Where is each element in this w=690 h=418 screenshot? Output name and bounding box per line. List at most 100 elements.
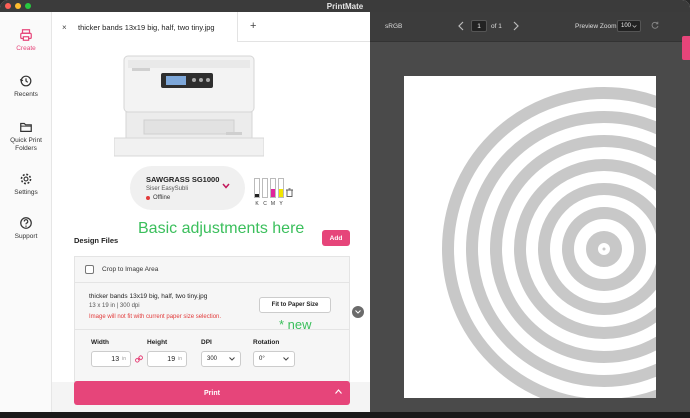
chevron-down-icon: [229, 357, 235, 361]
ink-level-fill: [279, 188, 283, 197]
window-title: PrintMate: [326, 1, 364, 11]
sidebar-item-label: Settings: [14, 189, 38, 196]
sidebar-item-support[interactable]: Support: [0, 216, 52, 241]
of-label: of: [491, 23, 497, 30]
sidebar-item-create[interactable]: Create: [0, 28, 52, 53]
window-controls: [5, 3, 31, 9]
sidebar-item-label: Quick Print Folders: [10, 137, 42, 152]
ink-label: Y: [279, 201, 283, 207]
ink-label: C: [263, 201, 267, 207]
ink-cartridge-c: [262, 178, 268, 198]
previous-page-icon[interactable]: [458, 21, 464, 31]
target-center: [602, 247, 606, 251]
design-file-card: Crop to Image Area thicker bands 13x19 b…: [74, 256, 350, 382]
add-tab-button[interactable]: +: [250, 20, 256, 32]
chevron-down-icon: [283, 357, 289, 361]
preview-panel: sRGB 1 of 1 Preview Zoom: 100: [370, 12, 690, 412]
print-button[interactable]: Print: [74, 381, 350, 405]
main-panel: × thicker bands 13x19 big, half, two tin…: [52, 12, 370, 412]
annotation-basic-adjustments: Basic adjustments here: [138, 220, 305, 237]
ink-label: K: [255, 201, 259, 207]
width-unit: in: [122, 356, 126, 362]
close-tab-icon[interactable]: ×: [62, 23, 72, 32]
ink-level-fill: [255, 194, 259, 197]
app-window: PrintMate Create Recents Quick Print Fol…: [0, 0, 690, 412]
printer-name: SAWGRASS SG1000: [146, 175, 220, 184]
printer-status: Offline: [146, 195, 170, 201]
zoom-value: 100: [621, 23, 632, 29]
ink-cartridge-k: [254, 178, 260, 198]
chevron-down-icon: [222, 182, 230, 191]
crop-label: Crop to Image Area: [102, 266, 159, 273]
rotation-value: 0°: [259, 356, 265, 362]
ink-cartridge-m: [270, 178, 276, 198]
add-design-button[interactable]: Add: [322, 230, 350, 246]
zoom-label: Preview Zoom:: [575, 23, 619, 30]
create-panel: SAWGRASS SG1000 Siser EasySubli Offline …: [52, 42, 370, 382]
sidebar: Create Recents Quick Print Folders Setti…: [0, 12, 52, 412]
target-rings-image: [442, 87, 656, 398]
sidebar-item-label: Support: [14, 233, 38, 240]
history-icon: [19, 75, 32, 87]
folder-icon: [20, 122, 32, 132]
desktop-dock: [0, 412, 690, 418]
printer-selector[interactable]: SAWGRASS SG1000 Siser EasySubli Offline: [130, 166, 245, 210]
refresh-icon[interactable]: [651, 21, 659, 29]
dpi-label: DPI: [201, 339, 212, 346]
gear-icon: [20, 173, 32, 185]
sidebar-item-quick-print-folders[interactable]: Quick Print Folders: [0, 120, 52, 153]
ink-label: M: [270, 201, 276, 207]
paper-preview: [404, 76, 656, 398]
printer-subtitle: Siser EasySubli: [146, 186, 189, 192]
trash-icon[interactable]: [286, 188, 293, 197]
title-bar: PrintMate: [0, 0, 690, 12]
page-total: of 1: [491, 23, 502, 30]
help-icon: [20, 217, 32, 229]
print-label: Print: [204, 389, 220, 397]
file-name: thicker bands 13x19 big, half, two tiny.…: [89, 293, 208, 300]
minimize-window-button[interactable]: [15, 3, 21, 9]
color-space-label: sRGB: [385, 23, 403, 30]
chevron-down-icon: [632, 24, 637, 28]
link-icon[interactable]: [135, 355, 143, 363]
tab-bar: × thicker bands 13x19 big, half, two tin…: [52, 12, 370, 42]
tab-label: thicker bands 13x19 big, half, two tiny.…: [78, 22, 215, 32]
height-unit: in: [178, 356, 182, 362]
crop-row: Crop to Image Area: [75, 257, 349, 283]
ink-cartridge-y: [278, 178, 284, 198]
sidebar-item-settings[interactable]: Settings: [0, 172, 52, 197]
dpi-select[interactable]: 300: [201, 351, 241, 367]
zoom-window-button[interactable]: [25, 3, 31, 9]
printer-status-text: Offline: [153, 195, 171, 201]
preview-toolbar: sRGB 1 of 1 Preview Zoom: 100: [370, 12, 690, 42]
height-label: Height: [147, 339, 168, 346]
sidebar-item-label: Create: [16, 45, 36, 52]
chevron-down-icon: [355, 310, 361, 314]
total-pages: 1: [498, 23, 502, 30]
design-files-title: Design Files: [74, 236, 119, 245]
rotation-label: Rotation: [253, 339, 280, 346]
external-edge-tab: [682, 36, 690, 60]
height-input[interactable]: 19 in: [147, 351, 187, 367]
sidebar-item-label: Recents: [14, 91, 38, 98]
chevron-up-icon[interactable]: [335, 389, 342, 394]
height-value: 19: [167, 355, 176, 363]
page-number-input[interactable]: 1: [471, 20, 487, 32]
close-window-button[interactable]: [5, 3, 11, 9]
width-input[interactable]: 13 in: [91, 351, 131, 367]
file-dimensions: 13 x 19 in | 300 dpi: [89, 303, 140, 309]
printer-image: [114, 55, 264, 157]
tab-document[interactable]: × thicker bands 13x19 big, half, two tin…: [52, 12, 238, 42]
divider: [75, 329, 349, 330]
fit-warning: Image will not fit with current paper si…: [89, 314, 222, 320]
sidebar-item-recents[interactable]: Recents: [0, 74, 52, 99]
printer-icon: [20, 29, 32, 41]
rotation-select[interactable]: 0°: [253, 351, 295, 367]
offline-status-icon: [146, 196, 150, 200]
crop-checkbox[interactable]: [85, 265, 94, 274]
next-page-icon[interactable]: [513, 21, 519, 31]
zoom-select[interactable]: 100: [617, 20, 641, 32]
collapse-file-button[interactable]: [352, 306, 364, 318]
ink-level-fill: [271, 188, 275, 197]
fit-to-paper-button[interactable]: Fit to Paper Size: [259, 297, 331, 313]
